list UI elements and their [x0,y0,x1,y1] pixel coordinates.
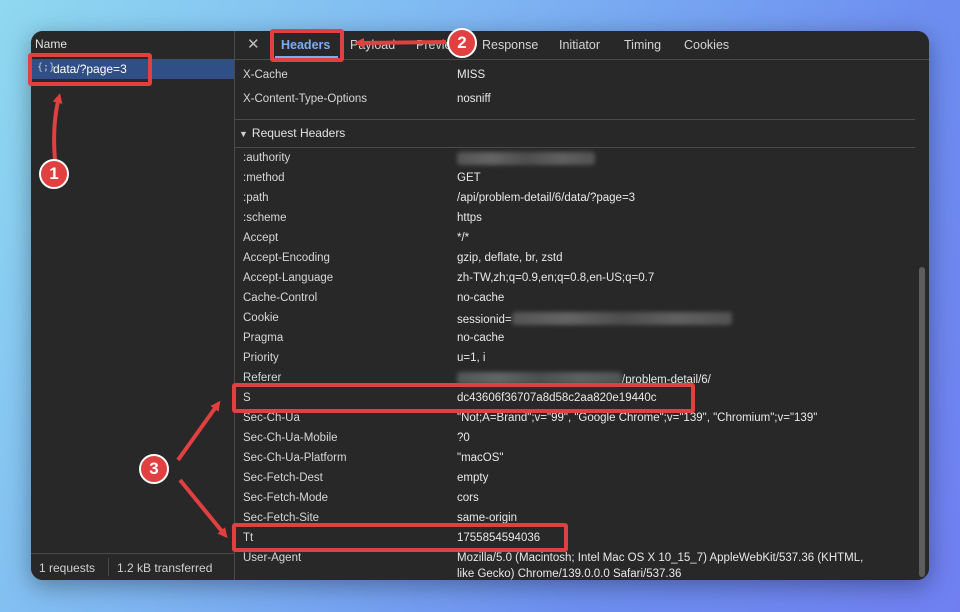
annotation-badge-3: 3 [139,454,169,484]
arrow-2 [354,37,447,48]
arrow-1 [52,93,63,161]
highlight-s-header [232,383,695,413]
highlight-headers-tab [270,29,344,62]
arrow-3-down [178,478,228,539]
arrow-3-up [176,400,221,462]
highlight-tt-header [232,523,568,552]
annotation-badge-1: 1 [39,159,69,189]
annotation-arrows [52,37,447,539]
annotation-badge-2: 2 [447,28,477,58]
highlight-request-row [28,53,152,86]
